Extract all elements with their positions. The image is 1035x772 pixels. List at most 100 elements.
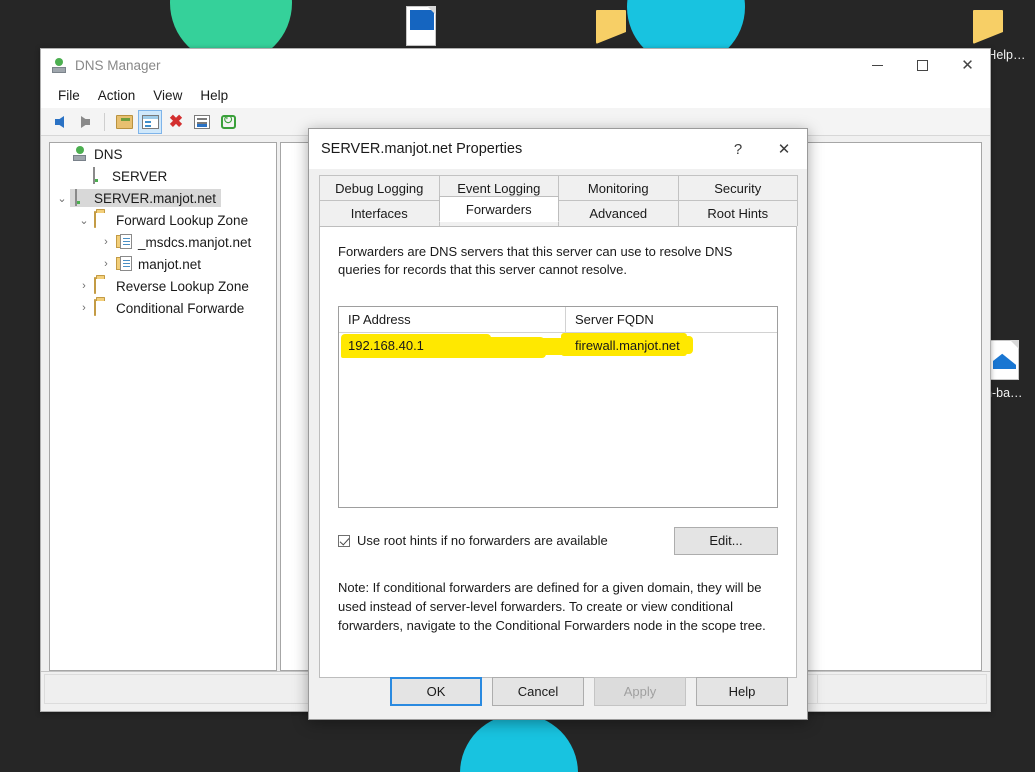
tree-item-label: SERVER.manjot.net	[94, 190, 217, 206]
use-root-hints-checkbox[interactable]: Use root hints if no forwarders are avai…	[338, 533, 608, 548]
dns-manager-window: DNS Manager ✕ File Action View Help ✖ ↻ …	[40, 48, 991, 720]
minimize-button[interactable]	[855, 49, 900, 82]
tree-item-label: manjot.net	[138, 256, 202, 272]
server-icon	[90, 167, 107, 184]
chevron-down-icon[interactable]: ⌄	[76, 214, 92, 227]
refresh-icon	[220, 112, 236, 129]
statusbar-pane-three	[817, 674, 987, 704]
minimize-icon	[872, 65, 883, 66]
menu-view[interactable]: View	[144, 85, 191, 106]
folder-icon	[94, 277, 111, 294]
cancel-button[interactable]: Cancel	[492, 676, 584, 706]
help-button[interactable]: Help	[696, 676, 788, 706]
tree-item-dns[interactable]: DNS	[50, 143, 276, 165]
options-row: Use root hints if no forwarders are avai…	[338, 526, 778, 555]
column-header-server-fqdn: Server FQDN	[575, 311, 654, 327]
conditional-forwarders-note: Note: If conditional forwarders are defi…	[338, 579, 766, 633]
tab-interfaces[interactable]: Interfaces	[319, 200, 440, 226]
chevron-right-icon[interactable]: ›	[76, 280, 92, 292]
zone-icon	[116, 234, 133, 250]
dns-server-icon	[51, 57, 67, 74]
dialog-window-controls: ? ✕	[715, 129, 807, 169]
dialog-action-buttons: OK Cancel Apply Help	[309, 663, 807, 719]
back-button[interactable]	[47, 110, 71, 134]
dialog-title: SERVER.manjot.net Properties	[321, 141, 523, 157]
chevron-right-icon[interactable]: ›	[98, 258, 114, 270]
server-properties-dialog: SERVER.manjot.net Properties ? ✕ Debug L…	[308, 128, 808, 720]
up-folder-icon	[115, 114, 133, 129]
folder-icon	[563, 2, 659, 46]
maximize-icon	[917, 60, 928, 71]
picture-file-icon	[373, 2, 469, 46]
dns-manager-titlebar: DNS Manager ✕	[41, 49, 990, 82]
chevron-right-icon[interactable]: ›	[76, 302, 92, 314]
properties-button[interactable]	[190, 110, 214, 134]
back-icon	[54, 115, 64, 128]
checkbox-label: Use root hints if no forwarders are avai…	[357, 533, 608, 549]
menu-file[interactable]: File	[49, 85, 89, 106]
tab-forwarders[interactable]: Forwarders	[438, 196, 559, 222]
picture-file-icon	[989, 340, 1019, 380]
tree-item-forward-lookup-zones[interactable]: ⌄ Forward Lookup Zone	[50, 209, 276, 231]
tree-item-label: Forward Lookup Zone	[116, 212, 249, 228]
folder-icon	[940, 2, 1035, 46]
tab-strip: Debug Logging Event Logging Monitoring S…	[309, 169, 807, 226]
cyan-circle-bottom-decor	[460, 714, 578, 772]
chevron-down-icon[interactable]: ⌄	[54, 192, 70, 205]
tree-item-label: DNS	[94, 146, 123, 162]
tree-item-server[interactable]: SERVER	[50, 165, 276, 187]
delete-button[interactable]: ✖	[164, 110, 188, 134]
window-controls: ✕	[855, 49, 990, 82]
tab-monitoring[interactable]: Monitoring	[558, 175, 679, 200]
refresh-button[interactable]	[216, 110, 240, 134]
table-header-row: IP Address Server FQDN	[339, 306, 777, 333]
desktop-icon-label: n-ba…	[985, 386, 1023, 400]
folder-icon	[94, 211, 111, 228]
folder-icon	[94, 299, 111, 316]
show-tree-icon	[141, 114, 159, 129]
dns-menubar: File Action View Help	[41, 82, 990, 108]
checkbox-icon[interactable]	[338, 534, 350, 547]
forwarders-tab-panel: Forwarders are DNS servers that this ser…	[319, 226, 797, 678]
delete-icon: ✖	[168, 112, 184, 131]
tab-row-lower: Interfaces Forwarders Advanced Root Hint…	[319, 196, 798, 226]
show-tree-button[interactable]	[138, 109, 162, 134]
tree-item-manjot-net[interactable]: › manjot.net	[50, 253, 276, 275]
apply-button: Apply	[594, 676, 686, 706]
tab-root-hints[interactable]: Root Hints	[677, 200, 798, 226]
properties-titlebar: SERVER.manjot.net Properties ? ✕	[309, 129, 807, 169]
desktop-icon-partial-image[interactable]: n-ba…	[985, 340, 1035, 400]
dns-root-icon	[72, 146, 89, 162]
forward-button[interactable]	[73, 110, 97, 134]
tree-item-server-manjot-net[interactable]: ⌄ SERVER.manjot.net	[50, 187, 276, 209]
up-folder-button[interactable]	[112, 110, 136, 134]
help-button[interactable]: ?	[715, 129, 761, 169]
tab-security[interactable]: Security	[677, 175, 798, 200]
tree-item-label: Reverse Lookup Zone	[116, 278, 249, 294]
menu-help[interactable]: Help	[191, 85, 237, 106]
server-icon	[72, 189, 89, 206]
toolbar-separator	[104, 112, 105, 131]
desktop: dclogo.png logs DebugHelp… n-ba… DNS Man…	[0, 0, 1035, 772]
edit-button[interactable]: Edit...	[674, 526, 778, 555]
table-row[interactable]: 192.168.40.1 firewall.manjot.net	[339, 333, 777, 358]
properties-icon	[194, 114, 210, 129]
menu-action[interactable]: Action	[89, 85, 145, 106]
tree-item-label: Conditional Forwarde	[116, 300, 245, 316]
console-tree-pane[interactable]: DNS SERVER ⌄ SERVER.manjot.net ⌄ Forward…	[49, 142, 277, 671]
close-icon[interactable]: ✕	[761, 129, 807, 169]
chevron-right-icon[interactable]: ›	[98, 236, 114, 248]
tree-item-label: _msdcs.manjot.net	[138, 234, 252, 250]
zone-icon	[116, 256, 133, 272]
tab-debug-logging[interactable]: Debug Logging	[319, 175, 440, 200]
tab-advanced[interactable]: Advanced	[558, 200, 679, 226]
forwarders-table[interactable]: IP Address Server FQDN 192.168.40.1 fire…	[338, 305, 778, 508]
tree-item-msdcs-manjot-net[interactable]: › _msdcs.manjot.net	[50, 231, 276, 253]
forward-icon	[80, 115, 90, 128]
close-button[interactable]: ✕	[945, 49, 990, 82]
tree-item-conditional-forwarders[interactable]: › Conditional Forwarde	[50, 297, 276, 319]
ok-button[interactable]: OK	[390, 676, 482, 706]
tree-item-reverse-lookup-zones[interactable]: › Reverse Lookup Zone	[50, 275, 276, 297]
maximize-button[interactable]	[900, 49, 945, 82]
cell-server-fqdn: firewall.manjot.net	[575, 337, 680, 353]
